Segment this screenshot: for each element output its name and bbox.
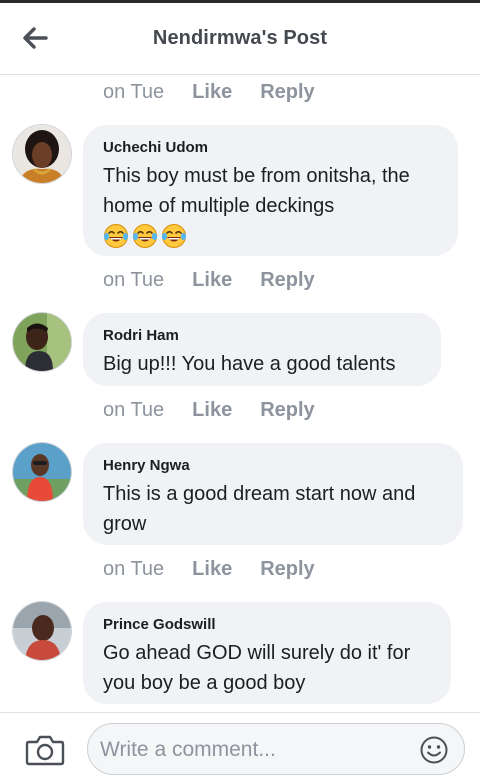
reply-button[interactable]: Reply — [260, 81, 314, 104]
avatar[interactable] — [13, 125, 71, 183]
camera-icon — [25, 735, 65, 766]
tears-of-joy-icon — [103, 224, 129, 248]
like-button[interactable]: Like — [192, 558, 232, 581]
comment-bubble: Rodri Ham Big up!!! You have a good tale… — [83, 313, 441, 386]
avatar[interactable] — [13, 602, 71, 660]
reply-button[interactable]: Reply — [260, 558, 314, 581]
comment-actions: on Tue Like Reply — [103, 554, 315, 584]
comment-actions: on Tue Like Reply — [103, 395, 315, 425]
comment-bubble: Henry Ngwa This is a good dream start no… — [83, 443, 463, 545]
comment-input[interactable] — [98, 724, 412, 776]
comment-box — [87, 723, 465, 776]
emoji-button[interactable] — [420, 736, 448, 764]
reply-button[interactable]: Reply — [260, 269, 314, 292]
comment-time: on Tue — [103, 398, 165, 421]
comment-author[interactable]: Rodri Ham — [103, 327, 421, 344]
tears-of-joy-icon — [161, 224, 187, 248]
smiley-icon — [420, 736, 448, 764]
avatar[interactable] — [13, 443, 71, 501]
comment-text: This boy must be from onitsha, the home … — [103, 165, 410, 217]
comment-time: on Tue — [103, 557, 165, 580]
comment-time: on Tue — [103, 268, 165, 291]
comment-bubble: Prince Godswill Go ahead GOD will surely… — [83, 602, 451, 704]
like-button[interactable]: Like — [192, 269, 232, 292]
comment-author[interactable]: Uchechi Udom — [103, 139, 438, 156]
comment-text: Go ahead GOD will surely do it' for you … — [103, 642, 411, 694]
camera-button[interactable] — [24, 733, 66, 767]
comment-bubble: Uchechi Udom This boy must be from onits… — [83, 125, 458, 256]
tears-of-joy-icon — [132, 224, 158, 248]
reply-button[interactable]: Reply — [260, 399, 314, 422]
page-title: Nendirmwa's Post — [152, 27, 328, 49]
comment-actions: on Tue Like Reply — [103, 265, 315, 295]
like-button[interactable]: Like — [192, 81, 232, 104]
comment-author[interactable]: Prince Godswill — [103, 616, 431, 633]
comment-time: on Tue — [103, 80, 165, 103]
header: Nendirmwa's Post — [0, 3, 480, 75]
like-button[interactable]: Like — [192, 399, 232, 422]
comment-actions: on Tue Like Reply — [103, 77, 315, 107]
comment-text: This is a good dream start now and grow — [103, 483, 416, 535]
comment-composer — [0, 712, 480, 779]
avatar[interactable] — [13, 313, 71, 371]
comment-text: Big up!!! You have a good talents — [103, 353, 396, 375]
comment-author[interactable]: Henry Ngwa — [103, 457, 443, 474]
emoji-row — [103, 223, 438, 249]
